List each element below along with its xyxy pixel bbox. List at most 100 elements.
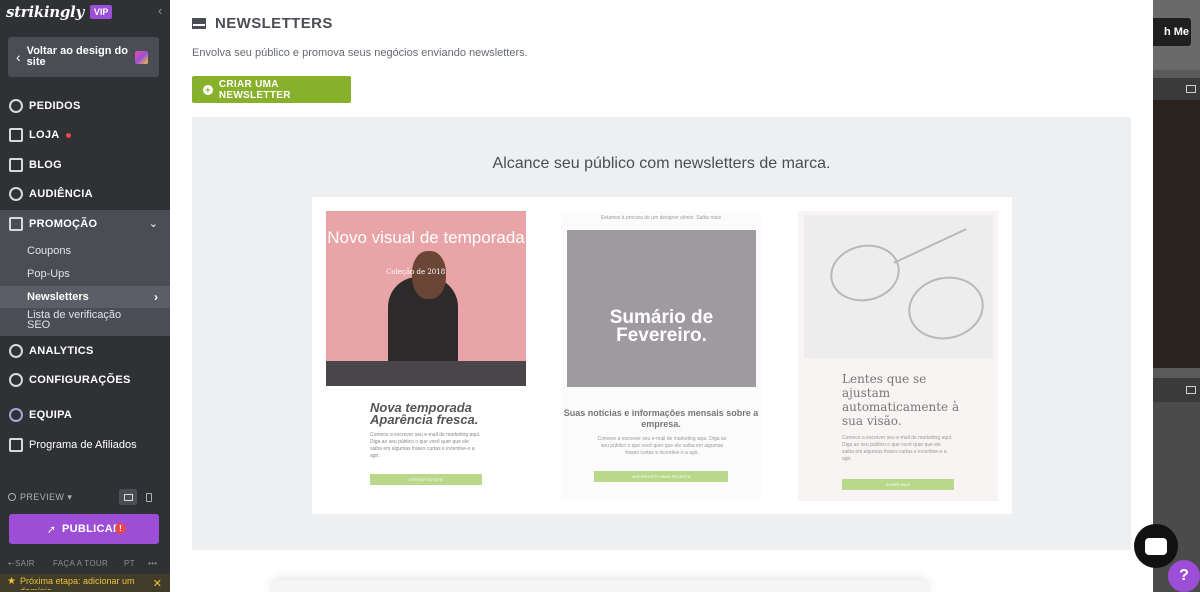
glasses-temple xyxy=(893,228,967,264)
card-cta: SABER MAIS xyxy=(842,479,954,490)
create-newsletter-label: CRIAR UMA NEWSLETTER xyxy=(218,78,291,101)
nav-orders[interactable]: PEDIDOS xyxy=(0,92,170,120)
close-icon[interactable]: ✕ xyxy=(153,577,162,590)
glasses-lens-right xyxy=(902,269,990,347)
chevron-down-icon: ⌄ xyxy=(148,218,158,230)
sub-item-newsletters[interactable]: Newsletters › xyxy=(0,286,170,308)
nav-promotion[interactable]: PROMOÇÃO ⌄ xyxy=(0,210,170,238)
nav-settings[interactable]: CONFIGURAÇÕES xyxy=(0,366,170,394)
publish-button[interactable]: ➚ PUBLICAR ! xyxy=(9,514,159,544)
chat-button[interactable] xyxy=(1134,524,1178,568)
backdrop-band xyxy=(1153,78,1200,100)
sub-item-popups[interactable]: Pop-Ups xyxy=(0,266,170,282)
nav-blog[interactable]: BLOG xyxy=(0,151,170,179)
nav-store[interactable]: LOJA xyxy=(0,121,170,149)
nav-affiliates[interactable]: Programa de Afiliados xyxy=(0,431,170,459)
card-body: Comece a escrever seu e-mail de marketin… xyxy=(370,432,481,459)
sidebar-footer: ⇠ SAIR FAÇA A TOUR PT ••• xyxy=(8,559,162,571)
nav-label: CONFIGURAÇÕES xyxy=(29,374,131,386)
nav-audience[interactable]: AUDIÊNCIA xyxy=(0,180,170,208)
card-heading: Suas notícias e informações mensais sobr… xyxy=(563,408,759,429)
glasses-photo xyxy=(804,215,993,358)
back-to-design-label: Voltar ao design do site xyxy=(26,45,128,68)
nav-label: PEDIDOS xyxy=(29,100,81,112)
brand: strikingly VIP xyxy=(6,3,113,21)
help-button[interactable]: ? xyxy=(1168,560,1200,592)
summary-hero: Sumário de Fevereiro. xyxy=(567,230,756,387)
chevron-right-icon: › xyxy=(154,290,158,304)
next-step-banner[interactable]: ★ Próxima etapa: adicionar um domínio ✕ xyxy=(0,574,170,592)
glasses-lens-left xyxy=(824,238,906,308)
backdrop-button[interactable]: h Me xyxy=(1153,18,1191,46)
page-subtitle: Envolva seu público e promova seus negóc… xyxy=(192,47,528,59)
nav-label: LOJA xyxy=(29,129,60,141)
envelope-icon xyxy=(192,18,206,29)
template-card-glasses: Lentes que se ajustam automaticamente à … xyxy=(798,211,998,501)
palette-icon xyxy=(134,50,148,64)
caret-down-icon: ▾ xyxy=(67,491,73,502)
nav-label: BLOG xyxy=(29,159,62,171)
card-cta: ENTRAR NO SITE xyxy=(370,474,482,485)
gear-icon xyxy=(9,373,23,387)
phone-icon xyxy=(146,492,152,502)
card-heading: Lentes que se ajustam automaticamente à … xyxy=(842,372,960,428)
desktop-preview-button[interactable] xyxy=(119,489,137,505)
nav-team[interactable]: EQUIPA xyxy=(0,401,170,429)
sub-item-coupons[interactable]: Coupons xyxy=(0,243,170,259)
preview-row: PREVIEW ▾ xyxy=(8,489,162,505)
create-newsletter-button[interactable]: + CRIAR UMA NEWSLETTER xyxy=(192,76,351,103)
bottom-panel-edge xyxy=(270,580,930,592)
team-icon xyxy=(9,408,23,422)
preview-dropdown[interactable]: PREVIEW xyxy=(20,492,64,502)
hero-title: Sumário de Fevereiro. xyxy=(609,307,714,346)
template-card-fashion: Novo visual de temporada Coleção de 2018… xyxy=(326,211,526,501)
more-icon[interactable]: ••• xyxy=(148,559,157,568)
trophy-icon xyxy=(9,438,23,452)
mobile-preview-button[interactable] xyxy=(140,489,158,505)
fashion-hero-image: Novo visual de temporada Coleção de 2018 xyxy=(326,211,526,386)
dollar-icon xyxy=(9,99,23,113)
next-step-text: Próxima etapa: adicionar um domínio xyxy=(19,576,135,590)
hero-caption: Coleção de 2018 xyxy=(386,268,446,276)
card-cta: VER PROJETO MAIS RECENTE xyxy=(594,471,728,482)
hero-title: Novo visual de temporada xyxy=(327,228,525,247)
showcase-headline: Alcance seu público com newsletters de m… xyxy=(492,155,831,172)
language-selector[interactable]: PT xyxy=(124,559,135,568)
nav-label: PROMOÇÃO xyxy=(29,218,98,230)
card-pretitle: Estamos à procura de um designer sênior.… xyxy=(600,215,722,221)
pen-icon xyxy=(9,158,23,172)
vip-badge: VIP xyxy=(89,5,113,19)
star-icon: ★ xyxy=(7,576,16,587)
search-icon xyxy=(8,493,16,501)
warning-icon: ! xyxy=(115,523,126,534)
card-body: Comece a escrever seu e-mail de marketin… xyxy=(597,436,727,456)
tour-link[interactable]: FAÇA A TOUR xyxy=(53,559,108,568)
nav-label: ANALYTICS xyxy=(29,345,94,357)
analytics-icon xyxy=(9,344,23,358)
nav-analytics[interactable]: ANALYTICS xyxy=(0,337,170,365)
newsletters-panel: NEWSLETTERS Envolva seu público e promov… xyxy=(170,0,1153,592)
chat-bubble-icon xyxy=(1145,537,1167,555)
nav-label: EQUIPA xyxy=(29,409,73,421)
backdrop-band xyxy=(1153,378,1200,402)
site-preview-backdrop: h Me xyxy=(1153,0,1200,592)
image-icon xyxy=(1186,85,1196,93)
nav-label: AUDIÊNCIA xyxy=(29,188,93,200)
template-card-summary: Estamos à procura de um designer sênior.… xyxy=(561,211,761,501)
plus-circle-icon: + xyxy=(203,84,213,95)
sub-item-seo-checklist[interactable]: Lista de verificação SEO xyxy=(0,309,170,331)
logo: strikingly xyxy=(6,3,84,21)
exit-link[interactable]: ⇠ SAIR xyxy=(8,559,35,568)
rocket-icon: ➚ xyxy=(46,523,56,536)
hero-floor xyxy=(326,361,526,386)
nav-label: Programa de Afiliados xyxy=(29,439,137,451)
exit-label: SAIR xyxy=(15,559,35,568)
backdrop-image xyxy=(1153,100,1200,368)
card-body: Comece a escrever seu e-mail de marketin… xyxy=(842,435,953,462)
megaphone-icon xyxy=(9,217,23,231)
chevron-left-icon: ‹ xyxy=(16,49,21,65)
sidebar: strikingly VIP ‹ ‹ Voltar ao design do s… xyxy=(0,0,170,592)
back-to-design-button[interactable]: ‹ Voltar ao design do site xyxy=(8,37,159,77)
collapse-sidebar-icon[interactable]: ‹ xyxy=(158,3,162,18)
newsletter-showcase: Alcance seu público com newsletters de m… xyxy=(192,117,1131,550)
